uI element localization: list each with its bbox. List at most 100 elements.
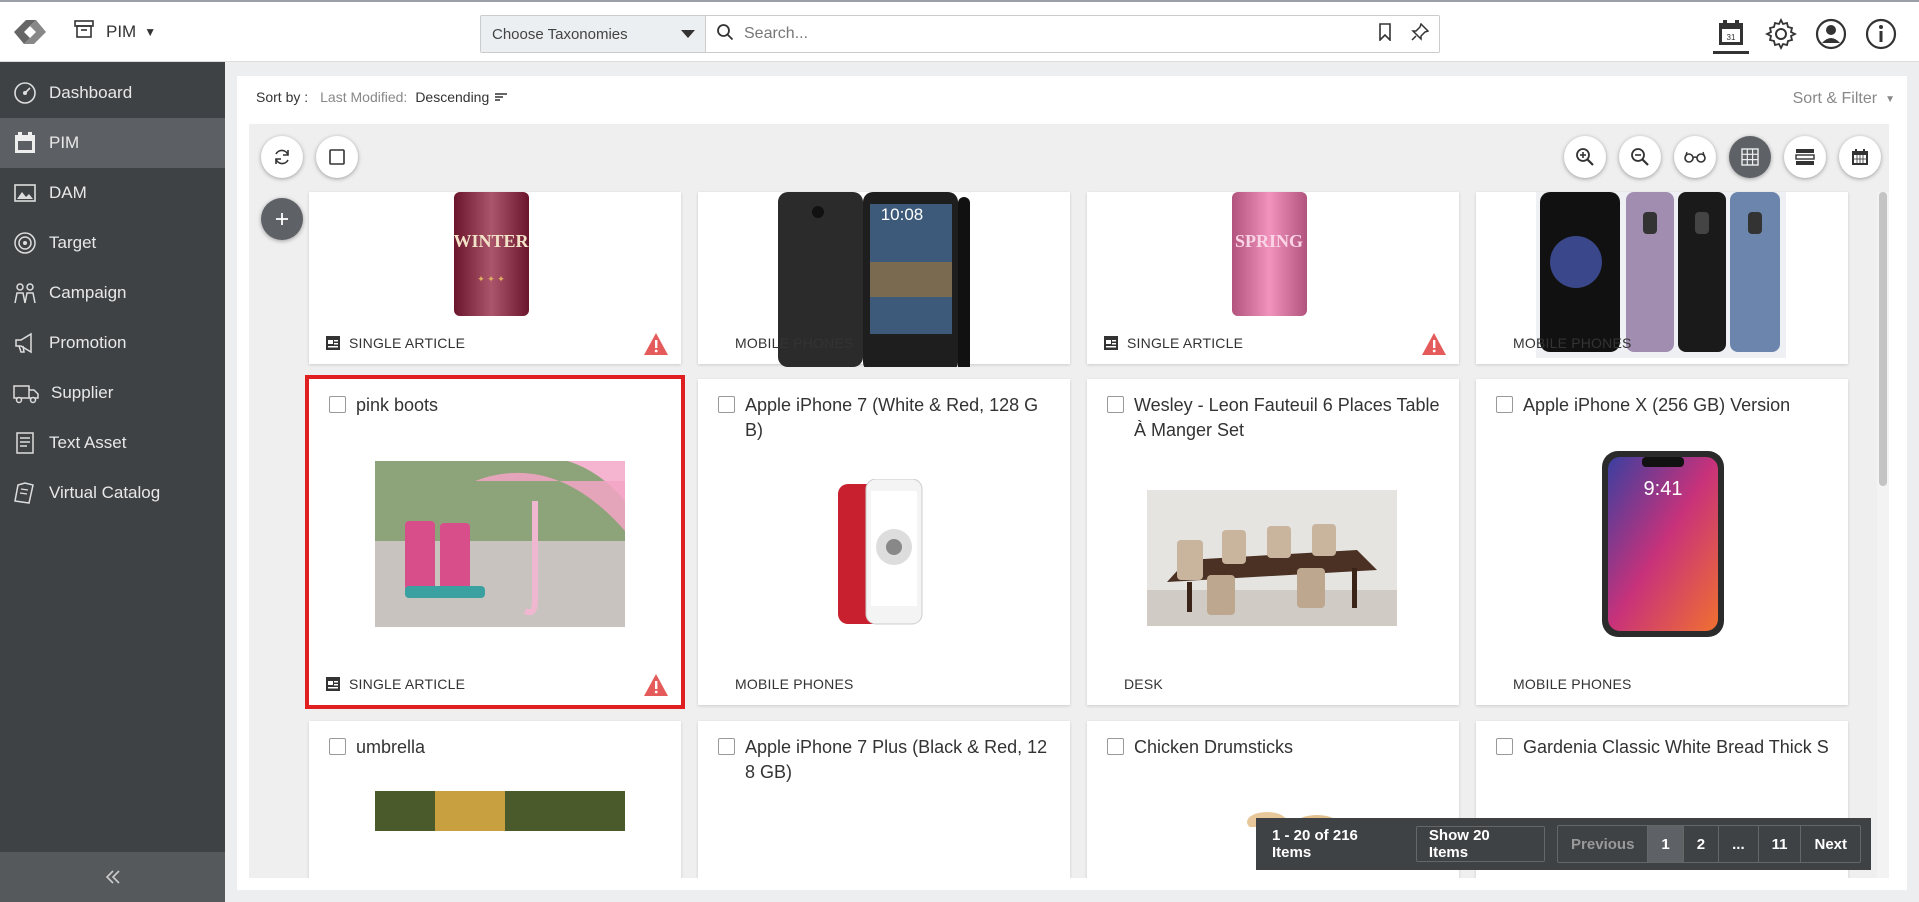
grid-view-button[interactable] xyxy=(1729,136,1771,178)
show-items-button[interactable]: Show 20 Items xyxy=(1415,826,1546,862)
app-logo-icon[interactable] xyxy=(6,12,54,52)
module-label: PIM xyxy=(106,21,137,41)
sort-field: Last Modified: xyxy=(320,89,408,105)
truck-icon xyxy=(13,385,39,404)
zoom-in-button[interactable] xyxy=(1564,136,1606,178)
sidebar-item-text-asset[interactable]: Text Asset xyxy=(0,418,225,468)
product-card[interactable]: umbrella xyxy=(309,721,681,878)
sort-direction[interactable]: Descending xyxy=(415,89,508,105)
top-icons: 31 xyxy=(1713,14,1899,54)
card-checkbox[interactable] xyxy=(1496,738,1513,755)
card-header: Apple iPhone 7 (White & Red, 128 GB) xyxy=(718,393,1054,443)
user-account-icon[interactable] xyxy=(1813,16,1849,52)
card-header: Chicken Drumsticks xyxy=(1107,735,1443,760)
page-button-11[interactable]: 11 xyxy=(1759,826,1802,862)
bookmark-icon[interactable] xyxy=(1377,22,1393,46)
sidebar-item-label: Promotion xyxy=(49,333,127,352)
pim-icon xyxy=(15,132,35,153)
warning-icon xyxy=(644,674,668,696)
sidebar-item-virtual-catalog[interactable]: Virtual Catalog xyxy=(0,468,225,518)
can-sub-label: ✦ ✦ ✦ xyxy=(477,274,505,284)
sort-direction-label: Descending xyxy=(415,89,490,105)
glasses-icon xyxy=(1684,151,1706,163)
dam-icon xyxy=(14,184,36,202)
product-card[interactable]: Wesley - Leon Fauteuil 6 Places Table À … xyxy=(1087,379,1459,705)
search-bar: Choose Taxonomies xyxy=(480,15,1440,53)
sidebar-item-campaign[interactable]: Campaign xyxy=(0,268,225,318)
campaign-icon xyxy=(14,283,36,304)
product-card[interactable]: 10:08 MOBILE PHONES xyxy=(698,192,1070,367)
next-page-button[interactable]: Next xyxy=(1801,826,1860,862)
pim-calendar-icon[interactable]: 31 xyxy=(1713,14,1749,54)
settings-gear-icon[interactable] xyxy=(1763,16,1799,52)
card-header: Wesley - Leon Fauteuil 6 Places Table À … xyxy=(1107,393,1443,443)
product-card[interactable]: WINTER ✦ ✦ ✦ SINGLE ARTICLE xyxy=(309,192,681,364)
card-checkbox[interactable] xyxy=(1107,738,1124,755)
list-view-button[interactable] xyxy=(1784,136,1826,178)
sidebar-item-target[interactable]: Target xyxy=(0,218,225,268)
card-title[interactable]: pink boots xyxy=(356,393,438,418)
pagination-bar: 1 - 20 of 216 Items Show 20 Items Previo… xyxy=(1256,818,1871,870)
info-icon[interactable] xyxy=(1863,16,1899,52)
taxonomy-select[interactable]: Choose Taxonomies xyxy=(481,16,706,52)
caret-down-icon: ▼ xyxy=(144,24,157,39)
sort-filter-toggle[interactable]: Sort & Filter ▼ xyxy=(1793,90,1895,108)
dining-table-image xyxy=(1147,490,1397,626)
umbrella-image xyxy=(375,791,625,831)
sidebar-item-dam[interactable]: DAM xyxy=(0,168,225,218)
card-title[interactable]: umbrella xyxy=(356,735,425,760)
product-card-selected[interactable]: pink boots SINGLE ARTICLE xyxy=(305,375,685,709)
card-checkbox[interactable] xyxy=(1107,396,1124,413)
select-all-button[interactable] xyxy=(316,136,358,178)
sidebar-item-promotion[interactable]: Promotion xyxy=(0,318,225,368)
sidebar-item-label: Supplier xyxy=(51,383,114,402)
card-title[interactable]: Apple iPhone 7 (White & Red, 128 GB) xyxy=(745,393,1054,443)
preview-button[interactable] xyxy=(1674,136,1716,178)
card-title[interactable]: Wesley - Leon Fauteuil 6 Places Table À … xyxy=(1134,393,1443,443)
page-button-2[interactable]: 2 xyxy=(1684,826,1720,862)
sidebar-item-dashboard[interactable]: Dashboard xyxy=(0,68,225,118)
card-title[interactable]: Apple iPhone 7 Plus (Black & Red, 128 GB… xyxy=(745,735,1054,785)
scrollbar-thumb[interactable] xyxy=(1879,192,1887,486)
card-checkbox[interactable] xyxy=(329,738,346,755)
sidebar-item-label: Text Asset xyxy=(49,433,127,452)
page-button-1[interactable]: 1 xyxy=(1648,826,1684,862)
sidebar-collapse-button[interactable] xyxy=(0,852,225,902)
product-card[interactable]: Apple iPhone 7 (White & Red, 128 GB) MOB… xyxy=(698,379,1070,705)
iphone-7-red-image xyxy=(838,479,923,629)
page-ellipsis: ... xyxy=(1719,826,1759,862)
refresh-button[interactable] xyxy=(261,136,303,178)
card-checkbox[interactable] xyxy=(718,396,735,413)
phone-clock-text: 9:41 xyxy=(1644,478,1683,500)
category-label: DESK xyxy=(1124,676,1163,692)
calendar-view-button[interactable] xyxy=(1839,136,1881,178)
card-category: SINGLE ARTICLE xyxy=(325,673,667,695)
pin-icon[interactable] xyxy=(1411,22,1430,46)
card-checkbox[interactable] xyxy=(1496,396,1513,413)
product-card[interactable]: Apple iPhone X (256 GB) Version 9:41 MOB… xyxy=(1476,379,1848,705)
search-input[interactable] xyxy=(744,25,1367,43)
add-product-button[interactable] xyxy=(261,198,303,240)
target-icon xyxy=(14,232,36,254)
sidebar-item-pim[interactable]: PIM xyxy=(0,118,225,168)
product-card[interactable]: Apple iPhone 7 Plus (Black & Red, 128 GB… xyxy=(698,721,1070,878)
pink-boots-image xyxy=(375,461,625,627)
card-title[interactable]: Gardenia Classic White Bread Thick S xyxy=(1523,735,1829,760)
module-switcher[interactable]: PIM ▼ xyxy=(74,20,156,43)
zoom-in-icon xyxy=(1576,148,1594,166)
card-checkbox[interactable] xyxy=(329,396,346,413)
card-title[interactable]: Apple iPhone X (256 GB) Version xyxy=(1523,393,1790,418)
card-checkbox[interactable] xyxy=(718,738,735,755)
product-card[interactable]: MOBILE PHONES xyxy=(1476,192,1848,364)
calendar-icon xyxy=(1852,149,1868,165)
card-title[interactable]: Chicken Drumsticks xyxy=(1134,735,1293,760)
card-category: MOBILE PHONES xyxy=(1492,673,1834,695)
dashboard-icon xyxy=(14,82,36,104)
product-card[interactable]: SPRING SINGLE ARTICLE xyxy=(1087,192,1459,364)
previous-page-button[interactable]: Previous xyxy=(1558,826,1649,862)
zoom-out-button[interactable] xyxy=(1619,136,1661,178)
sort-bar: Sort by : Last Modified: Descending xyxy=(237,76,1907,118)
card-header: umbrella xyxy=(329,735,665,760)
grid-scrollbar[interactable] xyxy=(1877,192,1889,878)
sidebar-item-supplier[interactable]: Supplier xyxy=(0,368,225,418)
